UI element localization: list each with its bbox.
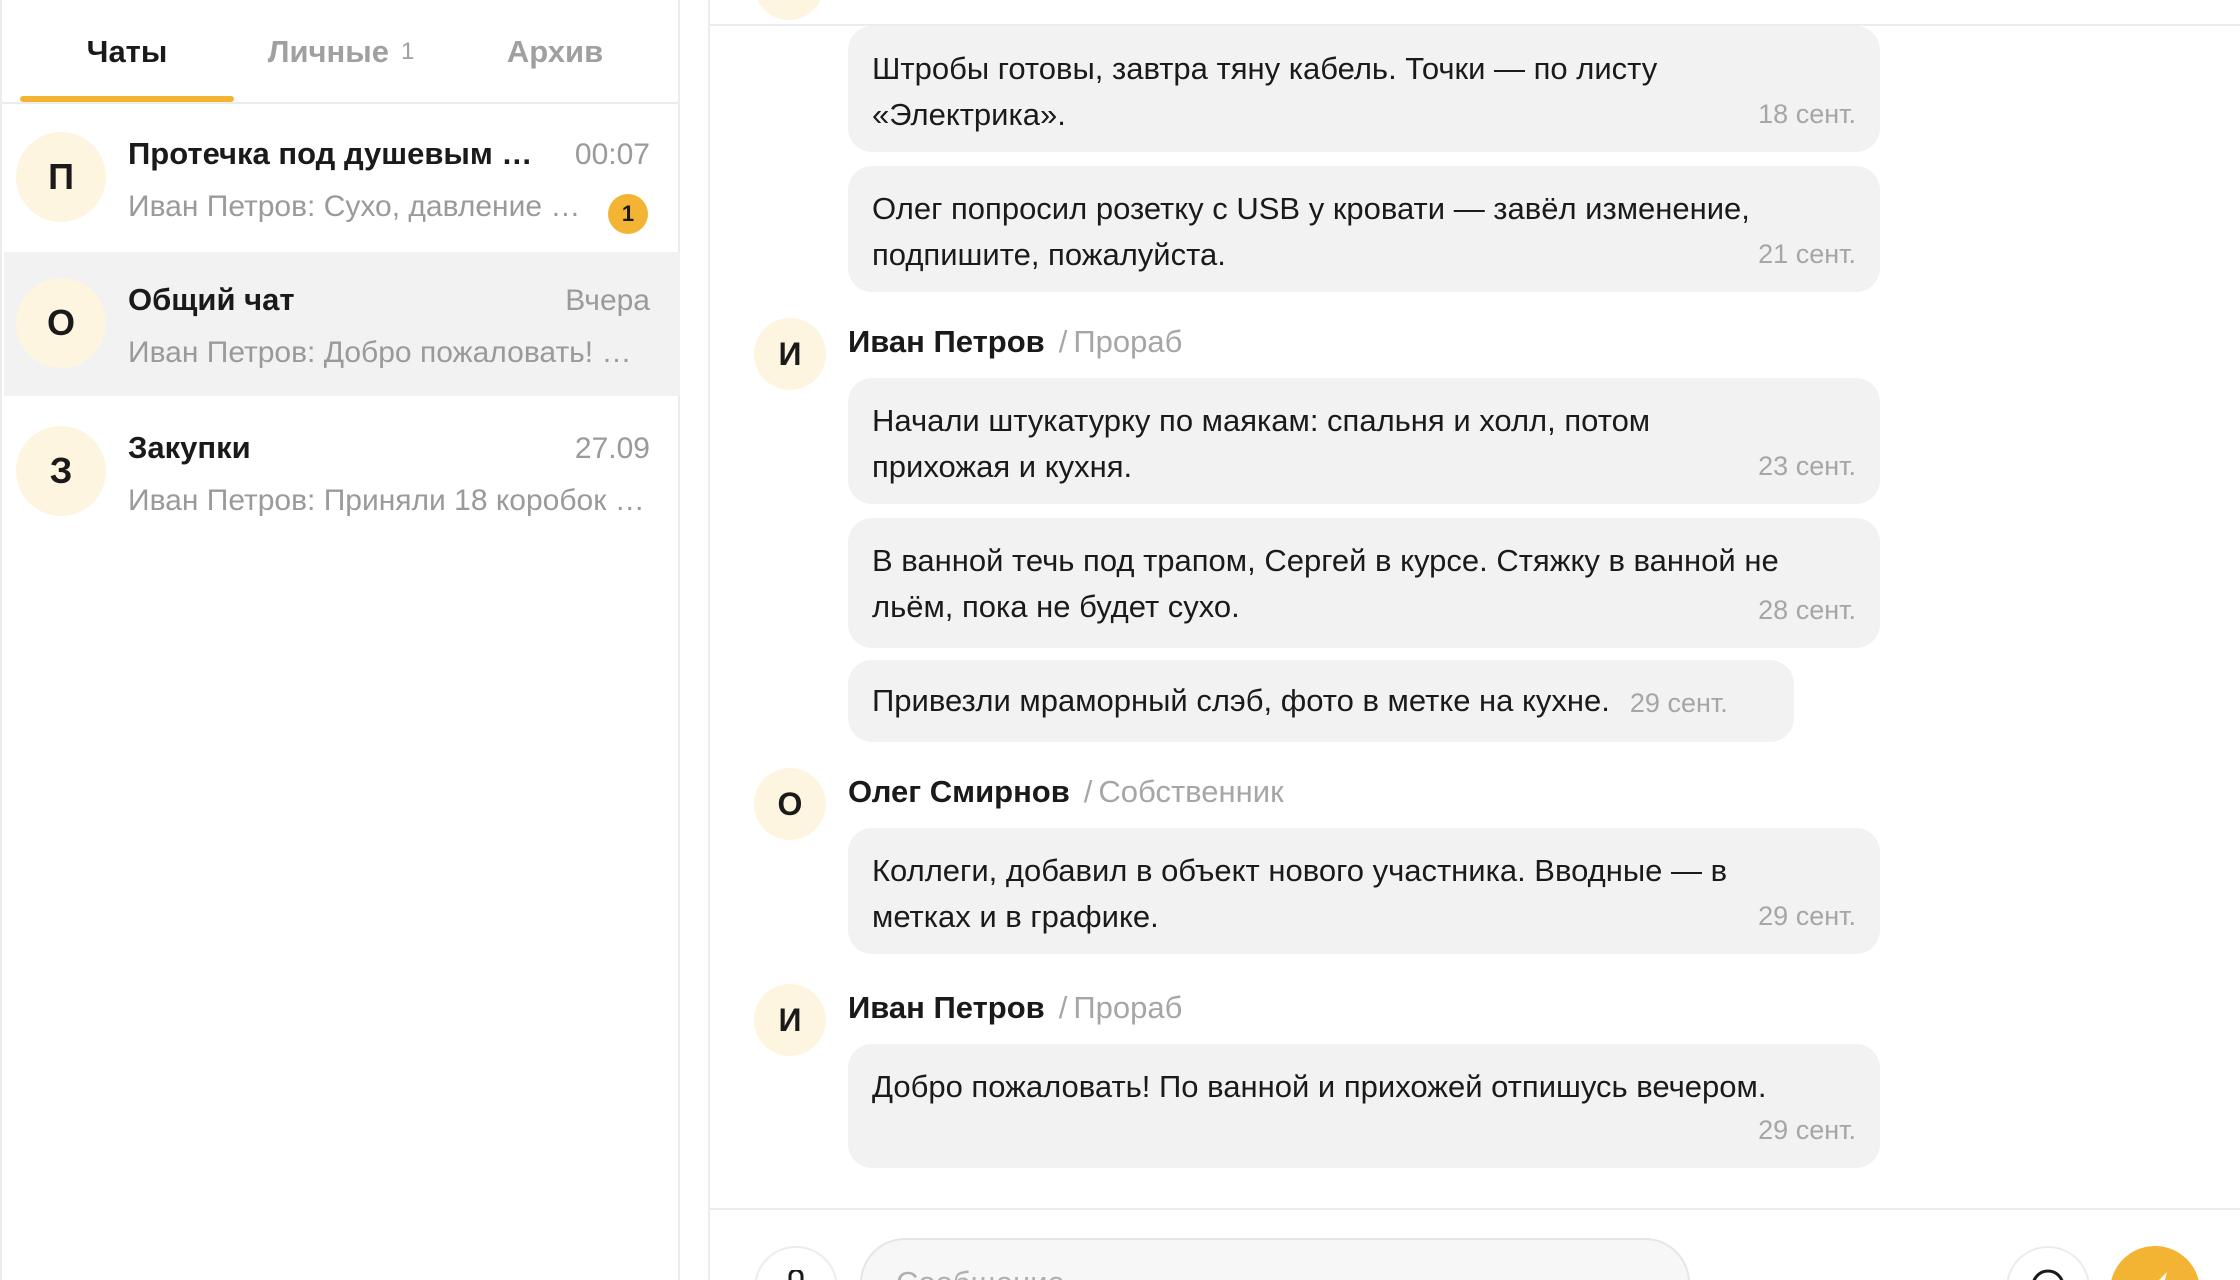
tab-personal[interactable]: Личные 1 bbox=[234, 0, 448, 104]
chat-avatar: З bbox=[16, 426, 106, 516]
message-time: 23 сент. bbox=[1758, 451, 1856, 481]
sender-header: Иван Петров / Прораб bbox=[848, 990, 1182, 1026]
tab-personal-count: 1 bbox=[400, 38, 415, 65]
send-arrow-icon bbox=[2159, 1272, 2167, 1280]
chat-tabs: Чаты Личные 1 Архив bbox=[2, 0, 678, 104]
tab-archive[interactable]: Архив bbox=[448, 0, 662, 104]
sender-separator: / bbox=[1058, 990, 1068, 1025]
smile-icon bbox=[2032, 1269, 2064, 1280]
message-text: Добро пожаловать! По ванной и прихожей о… bbox=[872, 1069, 1767, 1104]
sender-avatar[interactable]: И bbox=[754, 984, 826, 1056]
message-time: 21 сент. bbox=[1758, 239, 1856, 269]
chat-avatar: О bbox=[16, 278, 106, 368]
sender-avatar[interactable]: И bbox=[754, 318, 826, 390]
sender-separator: / bbox=[1083, 774, 1093, 809]
message-text: Привезли мраморный слэб, фото в метке на… bbox=[872, 683, 1610, 718]
chat-list-item[interactable]: З Закупки 27.09 Иван Петров: Приняли 18 … bbox=[4, 400, 680, 544]
chat-time: 27.09 bbox=[574, 432, 650, 465]
paperclip-icon bbox=[788, 1270, 804, 1280]
message-bubble: Коллеги, добавил в объект нового участни… bbox=[848, 828, 1880, 954]
tab-personal-label: Личные bbox=[267, 34, 389, 69]
tab-chats-label: Чаты bbox=[86, 34, 168, 69]
sender-separator: / bbox=[1058, 324, 1068, 359]
chat-preview: Иван Петров: Добро пожаловать! По ванной bbox=[128, 336, 648, 369]
composer-divider bbox=[710, 1208, 2240, 1210]
sender-avatar[interactable]: О bbox=[754, 768, 826, 840]
message-text: Начали штукатурку по маякам: спальня и х… bbox=[872, 403, 1651, 484]
message-input[interactable] bbox=[860, 1238, 1690, 1280]
sender-name[interactable]: Олег Смирнов bbox=[848, 774, 1070, 809]
chat-time: Вчера bbox=[565, 284, 650, 317]
message-time: 28 сент. bbox=[1758, 595, 1856, 625]
sender-name[interactable]: Иван Петров bbox=[848, 324, 1045, 359]
sender-role: Прораб bbox=[1073, 324, 1183, 359]
message-bubble: Привезли мраморный слэб, фото в метке на… bbox=[848, 660, 1794, 742]
message-text: Штробы готовы, завтра тяну кабель. Точки… bbox=[872, 51, 1658, 132]
conversation-pane: Штробы готовы, завтра тяну кабель. Точки… bbox=[708, 0, 2240, 1280]
chat-title: Закупки bbox=[128, 430, 251, 465]
message-time: 18 сент. bbox=[1758, 99, 1856, 129]
chat-preview: Иван Петров: Приняли 18 коробок плитки bbox=[128, 484, 648, 517]
attach-button[interactable] bbox=[754, 1246, 838, 1280]
sender-role: Прораб bbox=[1073, 990, 1183, 1025]
chat-time: 00:07 bbox=[574, 138, 650, 171]
sender-role: Собственник bbox=[1098, 774, 1284, 809]
chat-list-item[interactable]: П Протечка под душевым трапом 00:07 Иван… bbox=[4, 106, 680, 250]
message-time: 29 сент. bbox=[1629, 687, 1728, 718]
chat-title: Протечка под душевым трапом bbox=[128, 136, 538, 171]
message-bubble: Штробы готовы, завтра тяну кабель. Точки… bbox=[848, 26, 1880, 152]
message-bubble: Начали штукатурку по маякам: спальня и х… bbox=[848, 378, 1880, 504]
avatar bbox=[754, 0, 824, 20]
tab-archive-label: Архив bbox=[506, 34, 604, 69]
message-bubble: В ванной течь под трапом, Сергей в курсе… bbox=[848, 518, 1880, 648]
message-bubble: Добро пожаловать! По ванной и прихожей о… bbox=[848, 1044, 1880, 1168]
sender-header: Иван Петров / Прораб bbox=[848, 324, 1182, 360]
message-text: Коллеги, добавил в объект нового участни… bbox=[872, 853, 1728, 934]
emoji-button[interactable] bbox=[2006, 1246, 2090, 1280]
tab-chats[interactable]: Чаты bbox=[20, 0, 234, 104]
sender-header: Олег Смирнов / Собственник bbox=[848, 774, 1284, 810]
chat-sidebar: Чаты Личные 1 Архив П Протечка под душев… bbox=[0, 0, 680, 1280]
message-text: Олег попросил розетку с USB у кровати — … bbox=[872, 191, 1750, 272]
message-time: 29 сент. bbox=[1758, 1115, 1856, 1145]
send-button[interactable] bbox=[2110, 1246, 2200, 1280]
sender-name[interactable]: Иван Петров bbox=[848, 990, 1045, 1025]
message-bubble: Олег попросил розетку с USB у кровати — … bbox=[848, 166, 1880, 292]
chat-title: Общий чат bbox=[128, 282, 295, 317]
message-text: В ванной течь под трапом, Сергей в курсе… bbox=[872, 543, 1779, 624]
chat-avatar: П bbox=[16, 132, 106, 222]
unread-badge: 1 bbox=[608, 194, 648, 234]
chat-list-item[interactable]: О Общий чат Вчера Иван Петров: Добро пож… bbox=[4, 252, 680, 396]
active-tab-indicator bbox=[20, 96, 234, 102]
chat-preview: Иван Петров: Сухо, давление держит bbox=[128, 190, 588, 223]
message-time: 29 сент. bbox=[1758, 901, 1856, 931]
